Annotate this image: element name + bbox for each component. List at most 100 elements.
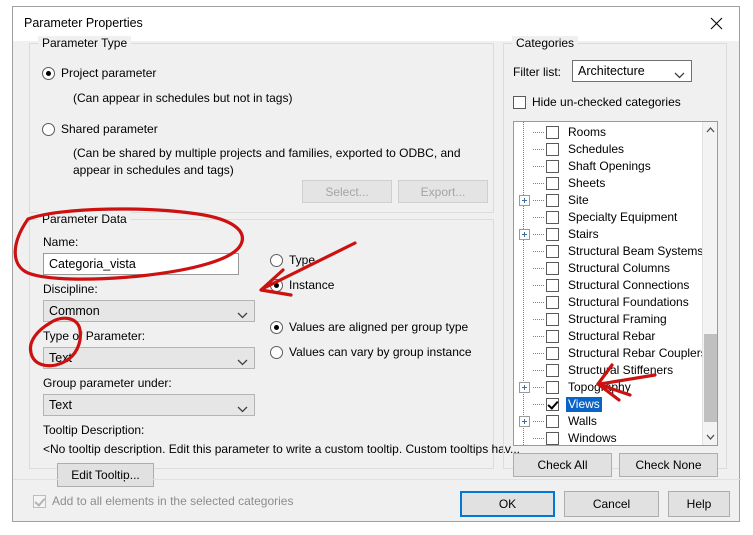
- category-checkbox-icon[interactable]: [546, 211, 559, 224]
- category-label: Sheets: [568, 176, 606, 190]
- category-checkbox-icon[interactable]: [546, 432, 559, 445]
- category-checkbox-icon[interactable]: [546, 143, 559, 156]
- category-checkbox-icon[interactable]: [546, 126, 559, 139]
- category-checkbox-icon[interactable]: [546, 330, 559, 343]
- category-checkbox-icon[interactable]: [546, 262, 559, 275]
- tree-connector-icon: [533, 386, 544, 389]
- category-label: Site: [568, 193, 589, 207]
- tree-connector-icon: [533, 335, 544, 338]
- category-checkbox-icon[interactable]: [546, 279, 559, 292]
- cancel-button[interactable]: Cancel: [564, 491, 659, 517]
- chevron-down-icon: [237, 355, 248, 368]
- category-row[interactable]: Sheets: [514, 175, 717, 192]
- tree-connector-icon: [533, 131, 544, 134]
- categories-scrollbar[interactable]: [702, 122, 717, 445]
- check-all-button[interactable]: Check All: [513, 453, 612, 477]
- category-label: Schedules: [568, 142, 625, 156]
- category-row[interactable]: Windows: [514, 430, 717, 445]
- footer-divider: [13, 479, 741, 480]
- category-checkbox-icon[interactable]: [546, 177, 559, 190]
- name-input[interactable]: Categoria_vista: [43, 253, 239, 275]
- ok-button[interactable]: OK: [460, 491, 555, 517]
- hide-unchecked-checkbox[interactable]: Hide un-checked categories: [513, 95, 681, 109]
- category-checkbox-icon[interactable]: [546, 194, 559, 207]
- expand-plus-icon[interactable]: [519, 195, 530, 206]
- radio-dot-icon: [42, 122, 55, 136]
- close-icon[interactable]: [693, 7, 739, 39]
- type-radio[interactable]: Type: [270, 253, 315, 267]
- type-of-parameter-select[interactable]: Text: [43, 347, 255, 369]
- category-label: Structural Stiffeners: [568, 363, 674, 377]
- scroll-up-icon[interactable]: [703, 122, 717, 138]
- category-checkbox-icon[interactable]: [546, 415, 559, 428]
- instance-radio-label: Instance: [289, 278, 335, 292]
- category-row[interactable]: Structural Framing: [514, 311, 717, 328]
- check-none-button[interactable]: Check None: [619, 453, 718, 477]
- categories-list[interactable]: Rooms Schedules Shaft Openings Sheets Site Sp…: [513, 121, 718, 446]
- category-row[interactable]: Schedules: [514, 141, 717, 158]
- category-row[interactable]: Structural Columns: [514, 260, 717, 277]
- category-checkbox-icon[interactable]: [546, 381, 559, 394]
- category-row[interactable]: Structural Stiffeners: [514, 362, 717, 379]
- discipline-select[interactable]: Common: [43, 300, 255, 322]
- category-row[interactable]: Stairs: [514, 226, 717, 243]
- category-checkbox-icon[interactable]: [546, 228, 559, 241]
- dialog-title: Parameter Properties: [24, 16, 143, 30]
- category-label: Topography: [568, 380, 631, 394]
- instance-radio[interactable]: Instance: [270, 278, 334, 292]
- hide-unchecked-label: Hide un-checked categories: [532, 95, 681, 109]
- category-row[interactable]: Structural Beam Systems: [514, 243, 717, 260]
- category-row[interactable]: Site: [514, 192, 717, 209]
- export-button[interactable]: Export...: [398, 180, 488, 203]
- categories-legend: Categories: [512, 36, 579, 50]
- scroll-down-icon[interactable]: [703, 429, 717, 445]
- scrollbar-thumb[interactable]: [704, 334, 717, 422]
- tree-connector-icon: [533, 437, 544, 440]
- project-parameter-radio[interactable]: Project parameter: [42, 66, 156, 80]
- category-checkbox-icon[interactable]: [546, 313, 559, 326]
- category-label: Views: [566, 397, 602, 412]
- parameter-type-legend: Parameter Type: [38, 36, 132, 50]
- add-to-all-elements-checkbox[interactable]: Add to all elements in the selected cate…: [33, 494, 293, 508]
- category-row[interactable]: Views: [514, 396, 717, 413]
- category-row[interactable]: Rooms: [514, 124, 717, 141]
- group-parameter-under-value: Text: [49, 398, 72, 412]
- chevron-down-icon: [237, 308, 248, 321]
- tooltip-description-text: <No tooltip description. Edit this param…: [43, 442, 520, 456]
- category-row[interactable]: Walls: [514, 413, 717, 430]
- category-row[interactable]: Structural Connections: [514, 277, 717, 294]
- values-vary-radio[interactable]: Values can vary by group instance: [270, 345, 472, 359]
- values-aligned-label: Values are aligned per group type: [289, 320, 469, 334]
- category-row[interactable]: Structural Rebar: [514, 328, 717, 345]
- category-row[interactable]: Structural Foundations: [514, 294, 717, 311]
- category-row[interactable]: Shaft Openings: [514, 158, 717, 175]
- expand-plus-icon[interactable]: [519, 416, 530, 427]
- tree-connector-icon: [533, 165, 544, 168]
- category-checkbox-icon[interactable]: [546, 398, 559, 411]
- expand-plus-icon[interactable]: [519, 382, 530, 393]
- filter-list-select[interactable]: Architecture: [572, 60, 692, 82]
- edit-tooltip-button[interactable]: Edit Tooltip...: [57, 463, 154, 487]
- shared-parameter-radio[interactable]: Shared parameter: [42, 122, 158, 136]
- category-row[interactable]: Structural Rebar Couplers: [514, 345, 717, 362]
- shared-parameter-hint-line1: (Can be shared by multiple projects and …: [73, 146, 461, 160]
- values-aligned-radio[interactable]: Values are aligned per group type: [270, 320, 468, 334]
- category-checkbox-icon[interactable]: [546, 347, 559, 360]
- help-button[interactable]: Help: [668, 491, 730, 517]
- category-label: Shaft Openings: [568, 159, 651, 173]
- select-button[interactable]: Select...: [302, 180, 392, 203]
- category-row[interactable]: Specialty Equipment: [514, 209, 717, 226]
- category-row[interactable]: Topography: [514, 379, 717, 396]
- category-checkbox-icon[interactable]: [546, 160, 559, 173]
- parameter-data-legend: Parameter Data: [38, 212, 131, 226]
- category-checkbox-icon[interactable]: [546, 364, 559, 377]
- expand-plus-icon[interactable]: [519, 229, 530, 240]
- category-checkbox-icon[interactable]: [546, 296, 559, 309]
- project-parameter-label: Project parameter: [61, 66, 157, 80]
- category-checkbox-icon[interactable]: [546, 245, 559, 258]
- type-of-parameter-label: Type of Parameter:: [43, 329, 146, 343]
- chevron-down-icon: [237, 402, 248, 415]
- radio-dot-icon: [270, 278, 283, 292]
- category-label: Structural Foundations: [568, 295, 689, 309]
- group-parameter-under-select[interactable]: Text: [43, 394, 255, 416]
